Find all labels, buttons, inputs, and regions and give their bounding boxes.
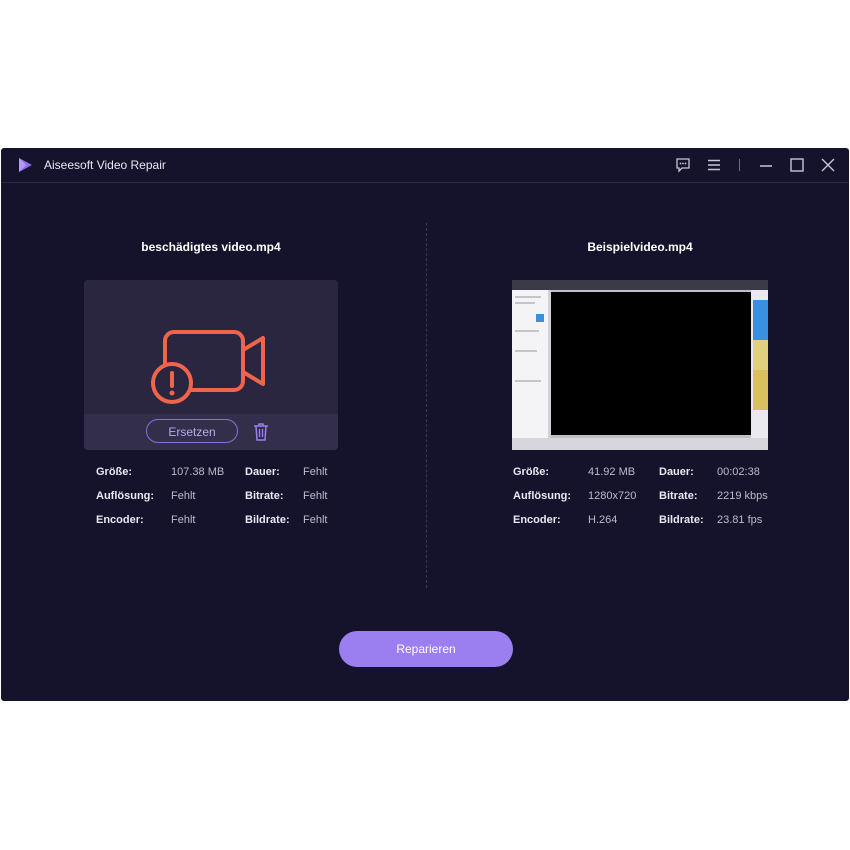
resolution-label: Auflösung: (513, 490, 572, 502)
broken-video-panel: Ersetzen (84, 280, 338, 450)
center-divider (426, 223, 427, 588)
menu-icon[interactable] (706, 157, 722, 173)
bitrate-value: 2219 kbps (717, 490, 768, 502)
repair-button[interactable]: Reparieren (339, 631, 513, 667)
encoder-label: Encoder: (96, 514, 144, 526)
broken-video-filename: beschädigtes video.mp4 (141, 240, 281, 254)
size-label: Größe: (513, 466, 550, 478)
duration-label: Dauer: (245, 466, 280, 478)
size-label: Größe: (96, 466, 133, 478)
framerate-value: 23.81 fps (717, 514, 763, 526)
encoder-label: Encoder: (513, 514, 561, 526)
size-value: 41.92 MB (588, 466, 636, 478)
resolution-value: Fehlt (171, 490, 196, 502)
framerate-value: Fehlt (303, 514, 328, 526)
framerate-label: Bildrate: (659, 514, 704, 526)
encoder-value: Fehlt (171, 514, 196, 526)
minimize-icon[interactable] (758, 157, 774, 173)
close-icon[interactable] (820, 157, 836, 173)
encoder-value: H.264 (588, 514, 618, 526)
feedback-icon[interactable] (675, 157, 691, 173)
replace-button[interactable]: Ersetzen (146, 419, 238, 443)
app-window: Aiseesoft Video Repair beschädigtes vide… (1, 148, 849, 701)
sample-video-filename: Beispielvideo.mp4 (587, 240, 693, 254)
broken-video-actions: Ersetzen (84, 414, 338, 450)
framerate-label: Bildrate: (245, 514, 290, 526)
broken-video-camera-icon (151, 330, 265, 404)
preview-thumbnail (512, 280, 768, 450)
bitrate-value: Fehlt (303, 490, 328, 502)
titlebar-separator (739, 159, 740, 171)
duration-label: Dauer: (659, 466, 694, 478)
app-title: Aiseesoft Video Repair (44, 158, 166, 172)
resolution-value: 1280x720 (588, 490, 637, 502)
trash-icon[interactable] (252, 422, 270, 442)
duration-value: 00:02:38 (717, 466, 760, 478)
bitrate-label: Bitrate: (245, 490, 284, 502)
sample-video-preview[interactable] (512, 280, 768, 450)
size-value: 107.38 MB (171, 466, 225, 478)
duration-value: Fehlt (303, 466, 328, 478)
maximize-icon[interactable] (789, 157, 805, 173)
bitrate-label: Bitrate: (659, 490, 698, 502)
title-bar: Aiseesoft Video Repair (1, 148, 849, 183)
resolution-label: Auflösung: (96, 490, 155, 502)
app-logo-icon (19, 158, 32, 172)
